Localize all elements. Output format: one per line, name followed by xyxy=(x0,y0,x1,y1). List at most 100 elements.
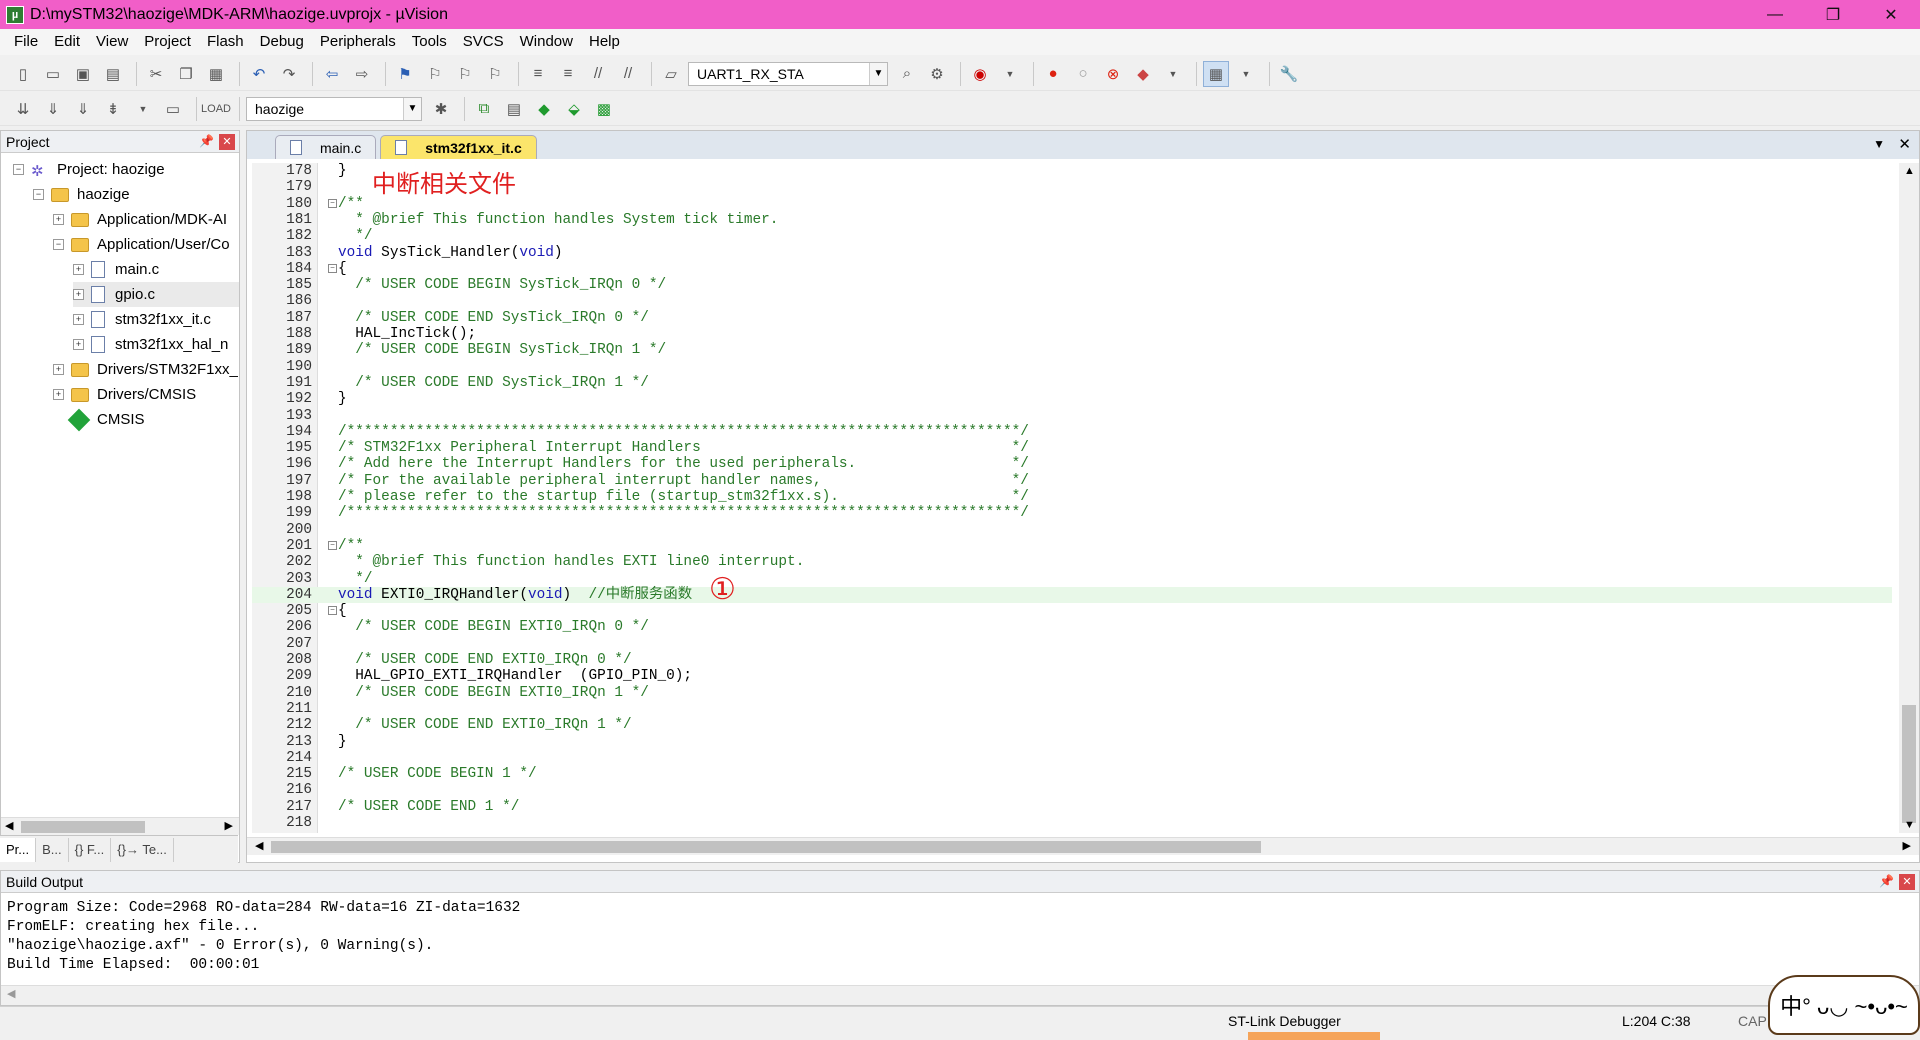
translate-icon[interactable]: ⇊ xyxy=(10,96,36,122)
code-line[interactable]: 202 * @brief This function handles EXTI … xyxy=(252,554,1892,570)
save-icon[interactable]: ▣ xyxy=(70,61,96,87)
menu-tools[interactable]: Tools xyxy=(404,29,455,55)
pin-icon[interactable]: 📌 xyxy=(1879,874,1894,888)
code-line[interactable]: 195 /* STM32F1xx Peripheral Interrupt Han… xyxy=(252,440,1892,456)
tree-expander-icon[interactable]: + xyxy=(53,214,64,225)
tree-item[interactable]: + gpio.c xyxy=(73,282,239,307)
tree-item[interactable]: + Drivers/STM32F1xx_ xyxy=(53,357,238,382)
scroll-right-icon[interactable]: ▶ xyxy=(1903,839,1911,852)
code-line[interactable]: 200 xyxy=(252,522,1892,538)
manage-project-items-icon[interactable]: ⧉ xyxy=(471,96,497,122)
code-line[interactable]: 199 /************************************… xyxy=(252,505,1892,521)
debug-session-icon[interactable]: ◉ xyxy=(967,61,993,87)
tree-expander-icon[interactable]: + xyxy=(53,364,64,375)
incremental-find-icon[interactable]: ⚙ xyxy=(924,61,950,87)
code-line[interactable]: 216 xyxy=(252,782,1892,798)
new-file-icon[interactable]: ▯ xyxy=(10,61,36,87)
code-line[interactable]: 217 /* USER CODE END 1 */ xyxy=(252,799,1892,815)
build-hscrollbar[interactable]: ◀ xyxy=(1,985,1919,1005)
build-icon[interactable]: ⇓ xyxy=(40,96,66,122)
code-line[interactable]: 218 xyxy=(252,815,1892,831)
editor-tab-main-c[interactable]: main.c xyxy=(275,135,377,159)
panel-tab[interactable]: {} F... xyxy=(69,837,112,862)
tree-item[interactable]: + stm32f1xx_hal_n xyxy=(73,332,228,357)
code-line[interactable]: 212 /* USER CODE END EXTI0_IRQn 1 */ xyxy=(252,717,1892,733)
code-line[interactable]: 209 HAL_GPIO_EXTI_IRQHandler (GPIO_PIN_0… xyxy=(252,668,1892,684)
code-line[interactable]: 186 xyxy=(252,293,1892,309)
tree-expander-icon[interactable]: + xyxy=(73,314,84,325)
menu-flash[interactable]: Flash xyxy=(199,29,252,55)
code-line[interactable]: 205 −{ xyxy=(252,603,1892,619)
code-line[interactable]: 211 xyxy=(252,701,1892,717)
uncomment-icon[interactable]: // xyxy=(615,61,641,87)
menu-help[interactable]: Help xyxy=(581,29,628,55)
undo-icon[interactable]: ↶ xyxy=(246,61,272,87)
tree-item[interactable]: + Drivers/CMSIS xyxy=(53,382,196,407)
tree-item[interactable]: + stm32f1xx_it.c xyxy=(73,307,211,332)
dropdown-arrow-icon[interactable]: ▼ xyxy=(1160,61,1186,87)
find-icon[interactable]: ⌕ xyxy=(894,61,920,87)
panel-tab[interactable]: {}→ Te... xyxy=(111,837,174,862)
code-line[interactable]: 207 xyxy=(252,636,1892,652)
code-line[interactable]: 213} xyxy=(252,734,1892,750)
fold-toggle-icon[interactable]: − xyxy=(328,263,337,273)
code-line[interactable]: 193 xyxy=(252,408,1892,424)
chevron-down-icon[interactable]: ▼ xyxy=(869,62,887,85)
panel-tab[interactable]: Pr... xyxy=(0,837,37,862)
menu-window[interactable]: Window xyxy=(512,29,581,55)
scroll-left-icon[interactable]: ◀ xyxy=(255,839,263,852)
indent-icon[interactable]: ≡ xyxy=(525,61,551,87)
tree-item[interactable]: + main.c xyxy=(73,257,159,282)
menu-file[interactable]: File xyxy=(6,29,46,55)
code-line[interactable]: 189 /* USER CODE BEGIN SysTick_IRQn 1 */ xyxy=(252,342,1892,358)
navigate-back-icon[interactable]: ⇦ xyxy=(319,61,345,87)
menu-project[interactable]: Project xyxy=(136,29,199,55)
code-line[interactable]: 181 * @brief This function handles Syste… xyxy=(252,212,1892,228)
tree-expander-icon[interactable]: + xyxy=(73,339,84,350)
navigate-forward-icon[interactable]: ⇨ xyxy=(349,61,375,87)
code-line[interactable]: 194 /************************************… xyxy=(252,424,1892,440)
manage-runtime-icon[interactable]: ▤ xyxy=(501,96,527,122)
tree-item[interactable]: − haozige xyxy=(33,182,130,207)
editor-hscrollbar[interactable]: ◀ ▶ xyxy=(247,837,1919,855)
fold-toggle-icon[interactable]: − xyxy=(328,540,337,550)
copy-icon[interactable]: ❐ xyxy=(173,61,199,87)
select-packs-icon[interactable]: ◆ xyxy=(531,96,557,122)
target-options-icon[interactable]: ✱ xyxy=(428,96,454,122)
tree-expander-icon[interactable]: − xyxy=(33,189,44,200)
unindent-icon[interactable]: ≡ xyxy=(555,61,581,87)
scroll-left-icon[interactable]: ◀ xyxy=(7,987,15,1000)
panel-tab[interactable]: B... xyxy=(36,837,69,862)
code-line[interactable]: 197 /* For the available peripheral inter… xyxy=(252,473,1892,489)
scroll-up-icon[interactable]: ▲ xyxy=(1904,165,1915,177)
code-line[interactable]: 187 /* USER CODE END SysTick_IRQn 0 */ xyxy=(252,310,1892,326)
code-line[interactable]: 208 /* USER CODE END EXTI0_IRQn 0 */ xyxy=(252,652,1892,668)
scroll-thumb[interactable] xyxy=(1902,705,1916,823)
tree-item[interactable]: + Application/MDK-AI xyxy=(53,207,227,232)
batch-build-icon[interactable]: ⇟ xyxy=(100,96,126,122)
comment-icon[interactable]: // xyxy=(585,61,611,87)
code-line[interactable]: 201 −/** xyxy=(252,538,1892,554)
code-line[interactable]: 188 HAL_IncTick(); xyxy=(252,326,1892,342)
tree-expander-icon[interactable]: − xyxy=(13,164,24,175)
save-all-icon[interactable]: ▤ xyxy=(100,61,126,87)
prev-bookmark-icon[interactable]: ⚐ xyxy=(422,61,448,87)
code-line[interactable]: 203 */ xyxy=(252,571,1892,587)
tree-item[interactable]: CMSIS xyxy=(53,407,145,432)
next-bookmark-icon[interactable]: ⚐ xyxy=(452,61,478,87)
configure-wrench-icon[interactable]: 🔧 xyxy=(1276,61,1302,87)
pack-installer-icon[interactable]: ⬙ xyxy=(561,96,587,122)
tree-item[interactable]: − ✲ Project: haozige xyxy=(13,157,165,182)
cut-icon[interactable]: ✂ xyxy=(143,61,169,87)
close-window-button[interactable]: ✕ xyxy=(1862,0,1920,29)
software-packs-icon[interactable]: ▩ xyxy=(591,96,617,122)
menu-view[interactable]: View xyxy=(88,29,136,55)
code-line[interactable]: 184 −{ xyxy=(252,261,1892,277)
menu-svcs[interactable]: SVCS xyxy=(455,29,512,55)
scroll-thumb[interactable] xyxy=(271,841,1261,853)
minimize-button[interactable]: — xyxy=(1746,0,1804,29)
tree-expander-icon[interactable]: − xyxy=(53,239,64,250)
scroll-left-icon[interactable]: ◀ xyxy=(5,819,13,832)
restore-button[interactable]: ❐ xyxy=(1804,0,1862,29)
rebuild-icon[interactable]: ⇓ xyxy=(70,96,96,122)
